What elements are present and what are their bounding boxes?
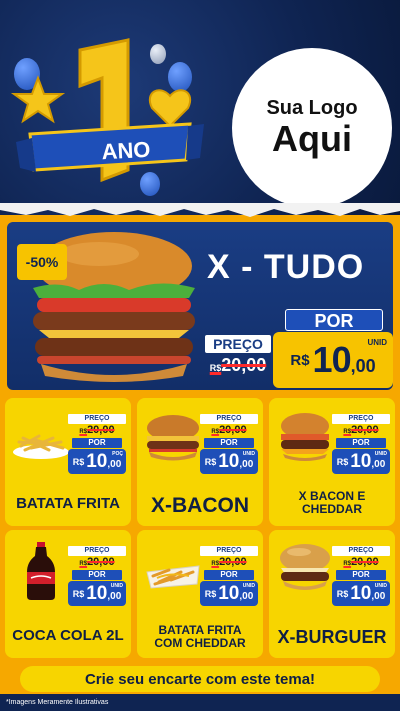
fries-icon [13, 434, 69, 459]
torn-paper-edge [0, 203, 400, 217]
old-price: R$20,00 [211, 556, 247, 568]
product-card-batata-frita-com-cheddar[interactable]: PREÇO R$20,00 POR R$ 10,00 UNID BATATA FRI… [137, 530, 263, 658]
price-tag: PREÇO R$20,00 POR R$ 10,00 UNID [200, 546, 258, 606]
hero-old-price-box: PREÇO R$20,00 [205, 335, 271, 376]
product-name: COCA COLA 2L [12, 627, 124, 644]
old-price: R$20,00 [343, 556, 379, 568]
logo-placeholder[interactable]: Sua Logo Aqui [232, 48, 392, 208]
preco-label: PREÇO [68, 414, 126, 424]
heart-icon [149, 89, 191, 128]
product-card-x-bacon[interactable]: PREÇO R$20,00 POR R$ 10,00 UNID X-BACON [137, 398, 263, 526]
price-tag: PREÇO R$20,00 POR R$ 10,00 UNID [200, 414, 258, 474]
price-tag: PREÇO R$20,00 POR R$ 10,00 UNID [332, 414, 390, 474]
hero-product-name: X - TUDO [207, 248, 365, 286]
product-name: X-BURGUER [277, 627, 387, 647]
preco-label: PREÇO [68, 546, 126, 556]
new-price: R$ 10,00 UNID [200, 449, 258, 474]
logo-line1: Sua Logo [266, 97, 358, 119]
header-banner: ANO Sua Logo Aqui [0, 0, 400, 215]
disclaimer: *Imagens Meramente Ilustrativas [6, 699, 109, 706]
product-name: X-BACON [151, 494, 249, 517]
price-tag: PREÇO R$20,00 POR R$ 10,00 UNID [68, 546, 126, 606]
price-integer: 10 [312, 339, 352, 380]
por-label: POR [285, 309, 383, 331]
product-name: X BACON E CHEDDAR [298, 489, 366, 517]
por-label: POR [336, 438, 386, 448]
old-price: R$20,00 [79, 424, 115, 436]
old-price: R$20,00 [209, 355, 267, 375]
cta-banner[interactable]: Crie seu encarte com este tema! [20, 666, 380, 692]
logo-line2: Aqui [272, 118, 352, 159]
hero-price-tag: R$ 10 ,00 UNID [273, 332, 393, 388]
product-name: BATATA FRITA COM CHEDDAR [154, 623, 246, 651]
discount-badge: -50% [17, 244, 67, 280]
anniversary-word: ANO [100, 136, 152, 165]
preco-label: PREÇO [200, 414, 258, 424]
star-icon [10, 75, 66, 124]
product-card-coca-cola-2l[interactable]: PREÇO R$20,00 POR R$ 10,00 UNID COCA COLA … [5, 530, 131, 658]
new-price: R$ 10,00 UNID [332, 449, 390, 474]
preco-label: PREÇO [332, 546, 390, 556]
new-price: R$ 10,00 UNID [68, 581, 126, 606]
burger-icon [147, 415, 199, 461]
por-label: POR [204, 438, 254, 448]
product-name: BATATA FRITA [16, 495, 120, 512]
old-price: R$20,00 [79, 556, 115, 568]
por-label: POR [336, 570, 386, 580]
new-price: R$ 10,00 UNID [332, 581, 390, 606]
fries-cheddar-icon [146, 565, 200, 589]
product-card-x-bacon-e-cheddar[interactable]: PREÇO R$20,00 POR R$ 10,00 UNID X BACON E … [269, 398, 395, 526]
burger-icon [280, 544, 330, 590]
anniversary-badge [10, 38, 204, 183]
price-tag: PREÇO R$20,00 POR R$ 10,00 POÇ [68, 414, 126, 474]
unit-label: UNID [367, 338, 387, 347]
preco-label: PREÇO [200, 546, 258, 556]
new-price: R$ 10,00 POÇ [68, 449, 126, 474]
old-price: R$20,00 [343, 424, 379, 436]
por-label: POR [72, 438, 122, 448]
burger-icon [281, 413, 329, 461]
price-decimal: ,00 [350, 355, 376, 376]
preco-label: PREÇO [205, 335, 271, 353]
soda-bottle-icon [27, 542, 55, 600]
hero-offer-card[interactable]: -50% X - TUDO PREÇO R$20,00 POR R$ 10 ,0… [7, 222, 393, 390]
por-label: POR [72, 570, 122, 580]
por-label: POR [204, 570, 254, 580]
price-tag: PREÇO R$20,00 POR R$ 10,00 UNID [332, 546, 390, 606]
product-card-batata-frita[interactable]: PREÇO R$20,00 POR R$ 10,00 POÇ BATATA FRIT… [5, 398, 131, 526]
currency: R$ [290, 351, 310, 369]
preco-label: PREÇO [332, 414, 390, 424]
new-price: R$ 10,00 UNID [200, 581, 258, 606]
product-card-x-burguer[interactable]: PREÇO R$20,00 POR R$ 10,00 UNID X-BURGUER [269, 530, 395, 658]
old-price: R$20,00 [211, 424, 247, 436]
